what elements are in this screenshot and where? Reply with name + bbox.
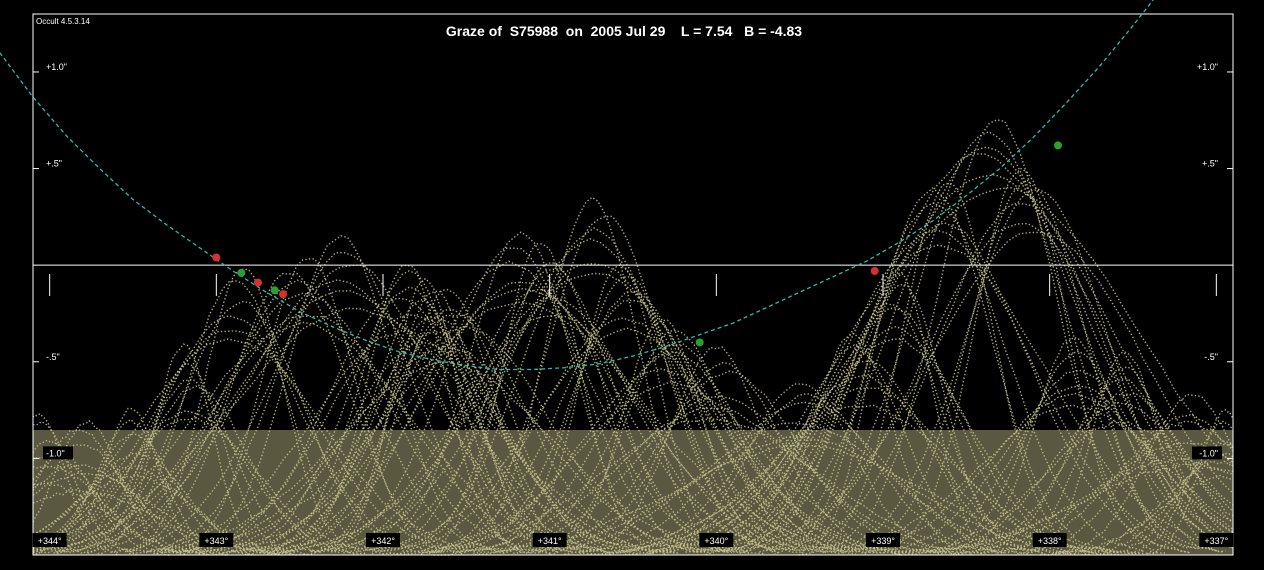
chart-svg: +344° +343° +342° +341° +340° +339° +338° +337°…: [0, 0, 1264, 570]
reappearance-marker-5: [695, 338, 704, 347]
y-tick-label-left-0: +1.0": [46, 62, 67, 72]
x-tick-label-2: +342°: [371, 536, 395, 546]
disappearance-marker-4: [279, 290, 287, 299]
x-tick-label-0: +344°: [38, 536, 62, 546]
y-tick-label-right-2: -.5": [1204, 352, 1218, 362]
y-tick-label-left-2: -.5": [46, 352, 60, 362]
reappearance-marker-3: [270, 286, 279, 295]
disappearance-marker-0: [212, 253, 221, 262]
chart-title: Graze of S75988 on 2005 Jul 29 L = 7.54 …: [446, 23, 802, 39]
x-tick-label-7: +337°: [1204, 536, 1228, 546]
y-tick-label-right-1: +.5": [1202, 159, 1218, 169]
y-tick-label-left-3: -1.0": [46, 448, 65, 458]
y-tick-label-right-0: +1.0": [1197, 62, 1218, 72]
y-tick-label-right-3: -1.0": [1199, 448, 1218, 458]
version-label: Occult 4.5.3.14: [36, 17, 90, 26]
x-tick-label-3: +341°: [538, 536, 562, 546]
y-tick-label-left-1: +.5": [46, 159, 62, 169]
x-tick-label-1: +343°: [204, 536, 228, 546]
x-tick-label-5: +339°: [871, 536, 895, 546]
x-tick-label-4: +340°: [704, 536, 728, 546]
disappearance-marker-2: [254, 278, 262, 287]
reappearance-marker-7: [1054, 141, 1062, 150]
disappearance-marker-6: [870, 266, 879, 275]
x-tick-label-6: +338°: [1038, 536, 1062, 546]
reappearance-marker-1: [237, 268, 246, 277]
